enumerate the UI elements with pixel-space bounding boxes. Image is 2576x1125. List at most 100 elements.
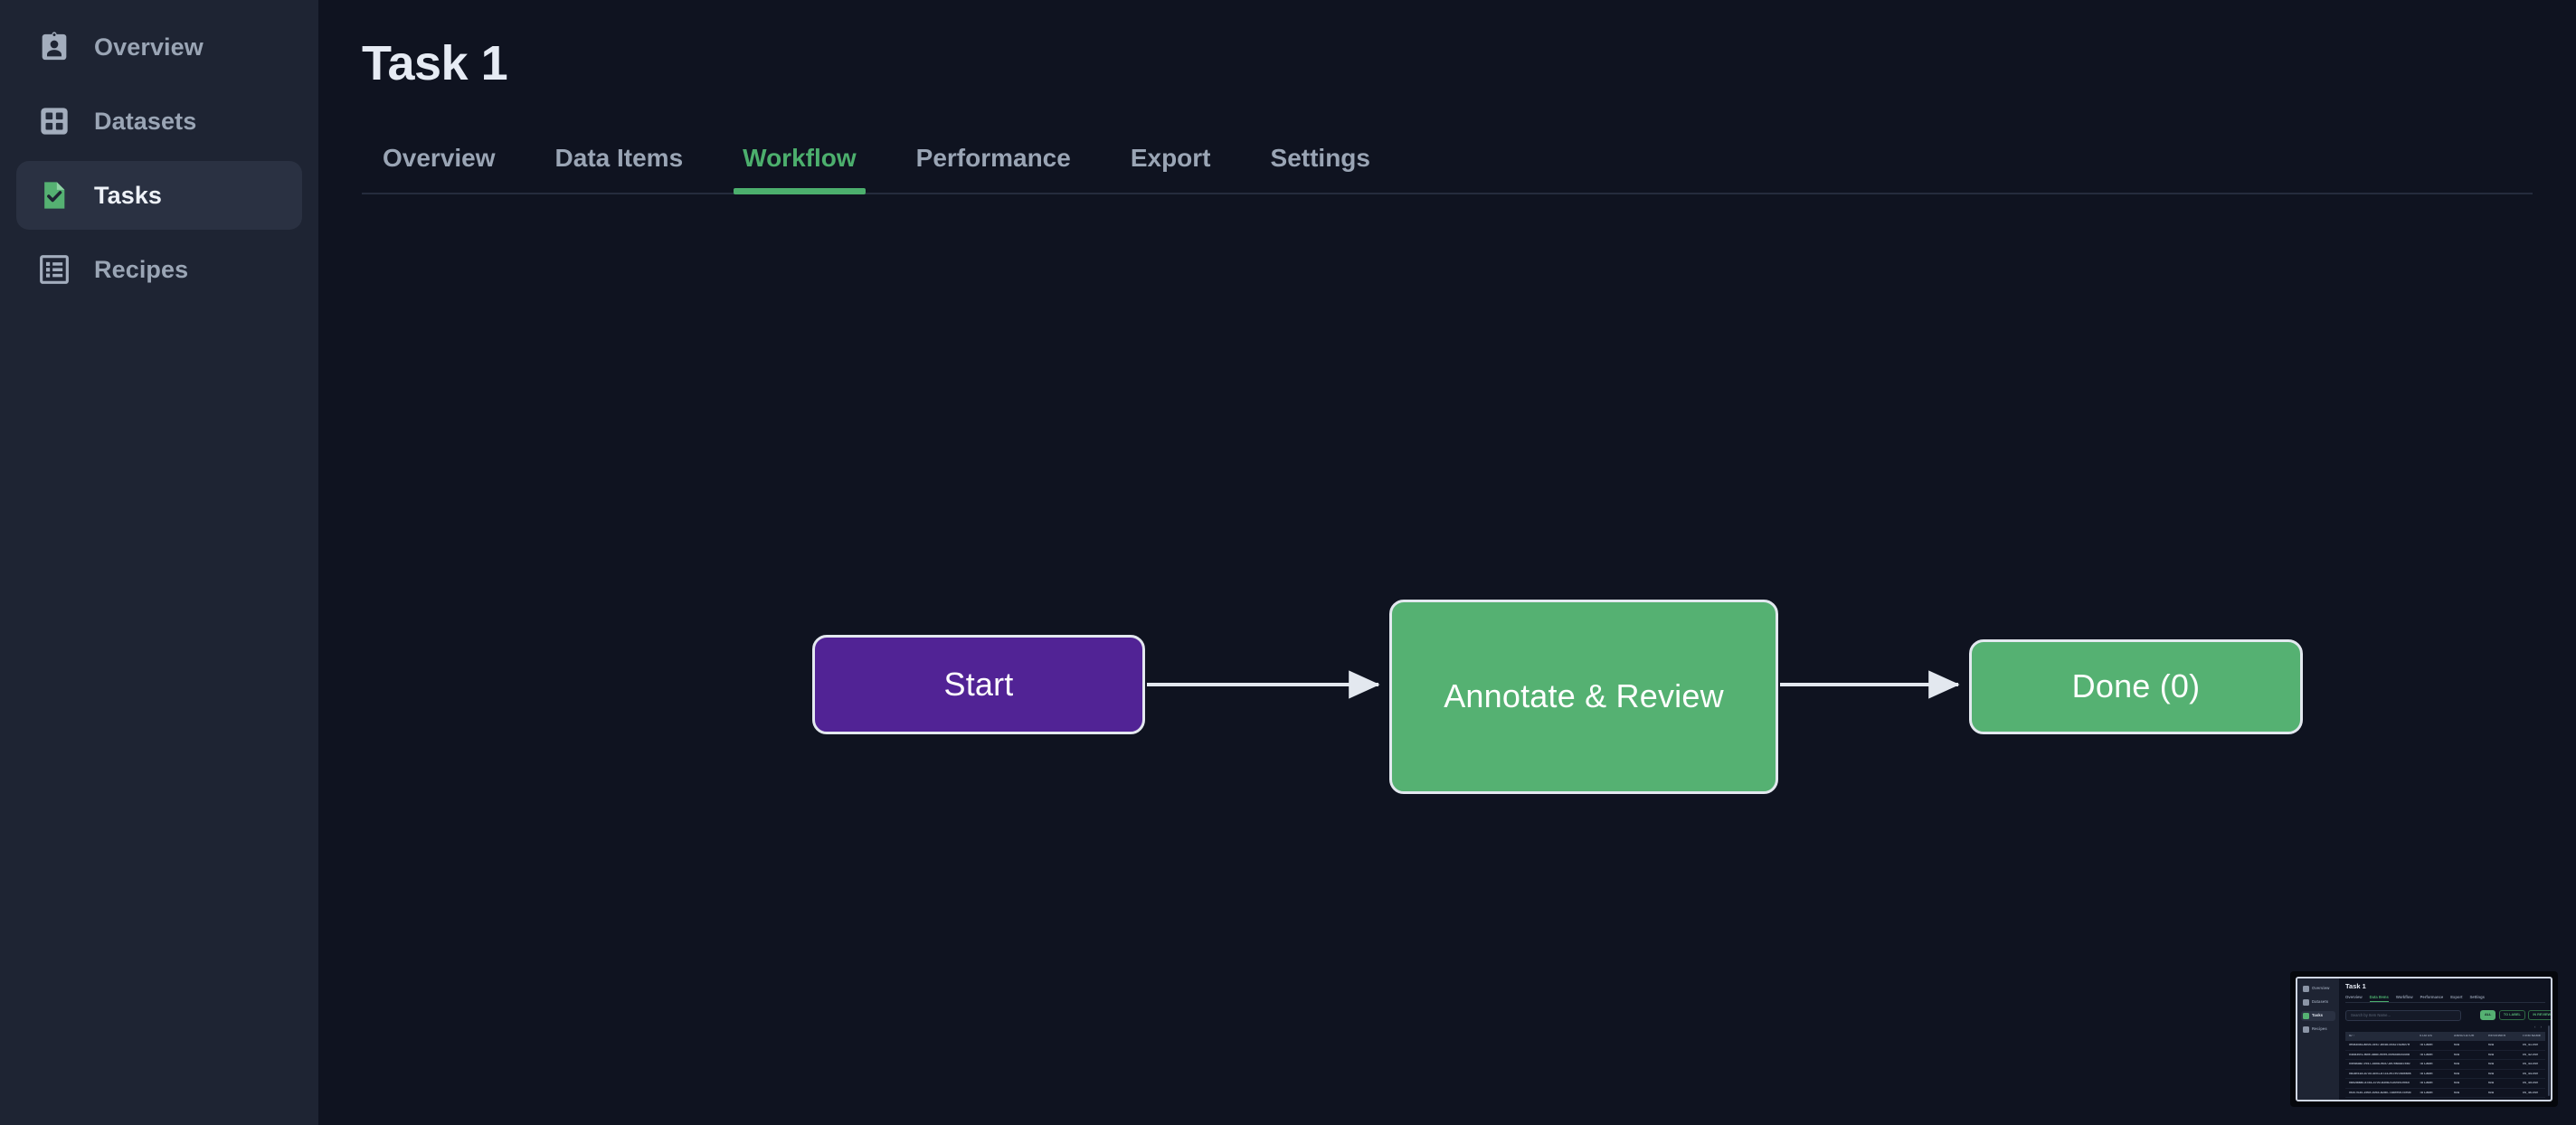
app-root: Overview Datasets Tasks Recipes Task 1 O…	[0, 0, 2576, 1125]
table-row: 5f0a3ca4-ab0c-4c67-b04b-00427d2a07ff To …	[2345, 1041, 2545, 1051]
column-header-status: STATUS	[2420, 1035, 2432, 1038]
workflow-node-start[interactable]: Start	[812, 634, 1145, 734]
minimap-nav-datasets: Datasets	[2301, 997, 2335, 1007]
workflow-node-annotate-review[interactable]: Annotate & Review	[1389, 599, 1778, 794]
cell-annotator: N/A	[2454, 1072, 2460, 1075]
tab-workflow[interactable]: Workflow	[713, 131, 886, 194]
cell-reviewer: N/A	[2488, 1044, 2495, 1047]
id-badge-icon	[2303, 986, 2309, 992]
table-row: 0a1bf31b-8730-4c01-b723-e67e07a5eaea To …	[2345, 1070, 2545, 1080]
minimap-nav-overview: Overview	[2301, 984, 2335, 994]
minimap-page-title: Task 1	[2345, 982, 2366, 990]
page-title: Task 1	[362, 36, 508, 90]
tab-data-items[interactable]: Data Items	[526, 131, 714, 193]
tab-settings[interactable]: Settings	[1241, 131, 1400, 193]
cell-id: 0a1bf31b-8730-4c01-b723-e67e07a5eaea	[2349, 1072, 2411, 1075]
minimap-nav-recipes: Recipes	[2301, 1025, 2335, 1035]
task-document-check-icon	[2303, 1013, 2309, 1019]
minimap-preview[interactable]: Overview Datasets Tasks Recipes Task 1 O…	[2290, 971, 2558, 1107]
id-badge-icon	[36, 29, 72, 65]
cell-status: To Label	[2420, 1072, 2433, 1075]
minimap-nav-label: Tasks	[2312, 1013, 2324, 1018]
minimap-tab-overview: Overview	[2345, 994, 2363, 999]
list-icon	[2303, 1026, 2309, 1033]
minimap-tab-export: Export	[2450, 994, 2463, 999]
minimap-sidebar: Overview Datasets Tasks Recipes	[2297, 978, 2339, 1100]
minimap-table-header: ID ↑ STATUS ANNOTATOR REVIEWER ITEM NAME	[2345, 1032, 2545, 1042]
column-header-reviewer: REVIEWER	[2488, 1035, 2506, 1038]
cell-annotator: N/A	[2454, 1063, 2460, 1066]
cell-status: To Label	[2420, 1082, 2433, 1085]
cell-status: To Label	[2420, 1053, 2433, 1056]
minimap-controls: Search by Item Name... ALL TO LABEL IN R…	[2345, 1009, 2551, 1021]
cell-reviewer: N/A	[2488, 1072, 2495, 1075]
cell-item-name: cs_43.csv	[2523, 1063, 2538, 1066]
task-document-check-icon	[36, 177, 72, 213]
workflow-node-label: Start	[943, 665, 1014, 703]
workflow-node-label: Done (0)	[2071, 667, 2201, 705]
minimap-nav-tasks: Tasks	[2301, 1011, 2335, 1021]
minimap-filter-all: ALL	[2480, 1010, 2496, 1021]
column-header-annotator: ANNOTATOR	[2454, 1035, 2475, 1038]
cell-status: To Label	[2420, 1063, 2433, 1066]
minimap-data-table: ID ↑ STATUS ANNOTATOR REVIEWER ITEM NAME…	[2345, 1032, 2545, 1099]
workflow-edges	[1147, 670, 1960, 699]
sidebar-item-datasets[interactable]: Datasets	[16, 87, 302, 156]
minimap-filter-group: ALL TO LABEL IN REVIEW IN REWORK DONE	[2480, 1010, 2551, 1021]
main-header-area: Task 1 Overview Data Items Workflow Perf…	[318, 0, 2576, 194]
minimap-viewport-frame: Overview Datasets Tasks Recipes Task 1 O…	[2296, 977, 2552, 1101]
tab-bar: Overview Data Items Workflow Performance…	[362, 131, 2533, 194]
tab-export[interactable]: Export	[1101, 131, 1241, 193]
chevron-left-icon: ‹	[2534, 1024, 2536, 1029]
minimap-search-placeholder: Search by Item Name...	[2351, 1012, 2391, 1017]
minimap-filter-in-review: IN REVIEW	[2528, 1010, 2551, 1021]
table-row: 05e868a7-f947-4b58-9657-897fab487e80 To …	[2345, 1060, 2545, 1070]
cell-reviewer: N/A	[2488, 1091, 2495, 1094]
workflow-node-done[interactable]: Done (0)	[1969, 638, 2303, 734]
minimap-filter-to-label: TO LABEL	[2498, 1010, 2525, 1021]
cell-id: 05e868a7-f947-4b58-9657-897fab487e80	[2349, 1063, 2410, 1066]
cell-item-name: cs_45.csv	[2523, 1082, 2538, 1085]
cell-annotator: N/A	[2454, 1044, 2460, 1047]
cell-reviewer: N/A	[2488, 1063, 2495, 1066]
cell-item-name: cs_44.csv	[2523, 1072, 2538, 1075]
minimap-tab-performance: Performance	[2420, 994, 2444, 999]
sidebar-item-label: Overview	[94, 33, 204, 61]
cell-reviewer: N/A	[2488, 1053, 2495, 1056]
cell-annotator: N/A	[2454, 1091, 2460, 1094]
tab-overview[interactable]: Overview	[362, 131, 526, 193]
sidebar-item-tasks[interactable]: Tasks	[16, 161, 302, 230]
minimap-search-input: Search by Item Name...	[2345, 1009, 2461, 1021]
column-header-id: ID ↑	[2349, 1035, 2355, 1038]
cell-id: 5f0a3ca4-ab0c-4c67-b04b-00427d2a07ff	[2349, 1044, 2410, 1047]
cell-annotator: N/A	[2454, 1053, 2460, 1056]
minimap-body: Task 1 Overview Data Items Workflow Perf…	[2339, 978, 2551, 1100]
cell-annotator: N/A	[2454, 1082, 2460, 1085]
sidebar-item-label: Tasks	[94, 181, 163, 209]
sidebar-item-label: Datasets	[94, 107, 197, 135]
cell-status: To Label	[2420, 1091, 2433, 1094]
sidebar: Overview Datasets Tasks Recipes	[0, 0, 318, 1125]
minimap-pagination: ‹ ›	[2345, 1024, 2545, 1030]
cell-status: To Label	[2420, 1044, 2433, 1047]
tab-performance[interactable]: Performance	[886, 131, 1101, 193]
minimap-nav-label: Overview	[2312, 986, 2330, 991]
sidebar-item-label: Recipes	[94, 255, 189, 283]
grid-icon	[36, 103, 72, 139]
cell-id: 0f2c763c-196e-406c-b2dc-738ee067ce0b	[2349, 1091, 2411, 1094]
minimap-nav-label: Datasets	[2312, 999, 2329, 1005]
cell-id: 0a52daac-8784-4700-b30a-f130f3f19565	[2349, 1082, 2410, 1085]
workflow-canvas[interactable]: Start Annotate & Review Done (0)	[318, 194, 2576, 990]
minimap-tab-bar: Overview Data Items Workflow Performance…	[2345, 994, 2545, 1003]
minimap-tab-settings: Settings	[2469, 994, 2485, 999]
workflow-node-label: Annotate & Review	[1444, 677, 1724, 715]
column-header-item-name: ITEM NAME	[2523, 1035, 2542, 1038]
minimap-tab-workflow: Workflow	[2395, 994, 2413, 999]
sidebar-item-overview[interactable]: Overview	[16, 13, 302, 81]
sidebar-item-recipes[interactable]: Recipes	[16, 235, 302, 304]
cell-reviewer: N/A	[2488, 1082, 2495, 1085]
cell-item-name: cs_46.csv	[2523, 1091, 2538, 1094]
chevron-right-icon: ›	[2540, 1024, 2543, 1029]
main-content: Task 1 Overview Data Items Workflow Perf…	[318, 0, 2576, 1125]
minimap-nav-label: Recipes	[2312, 1026, 2327, 1032]
